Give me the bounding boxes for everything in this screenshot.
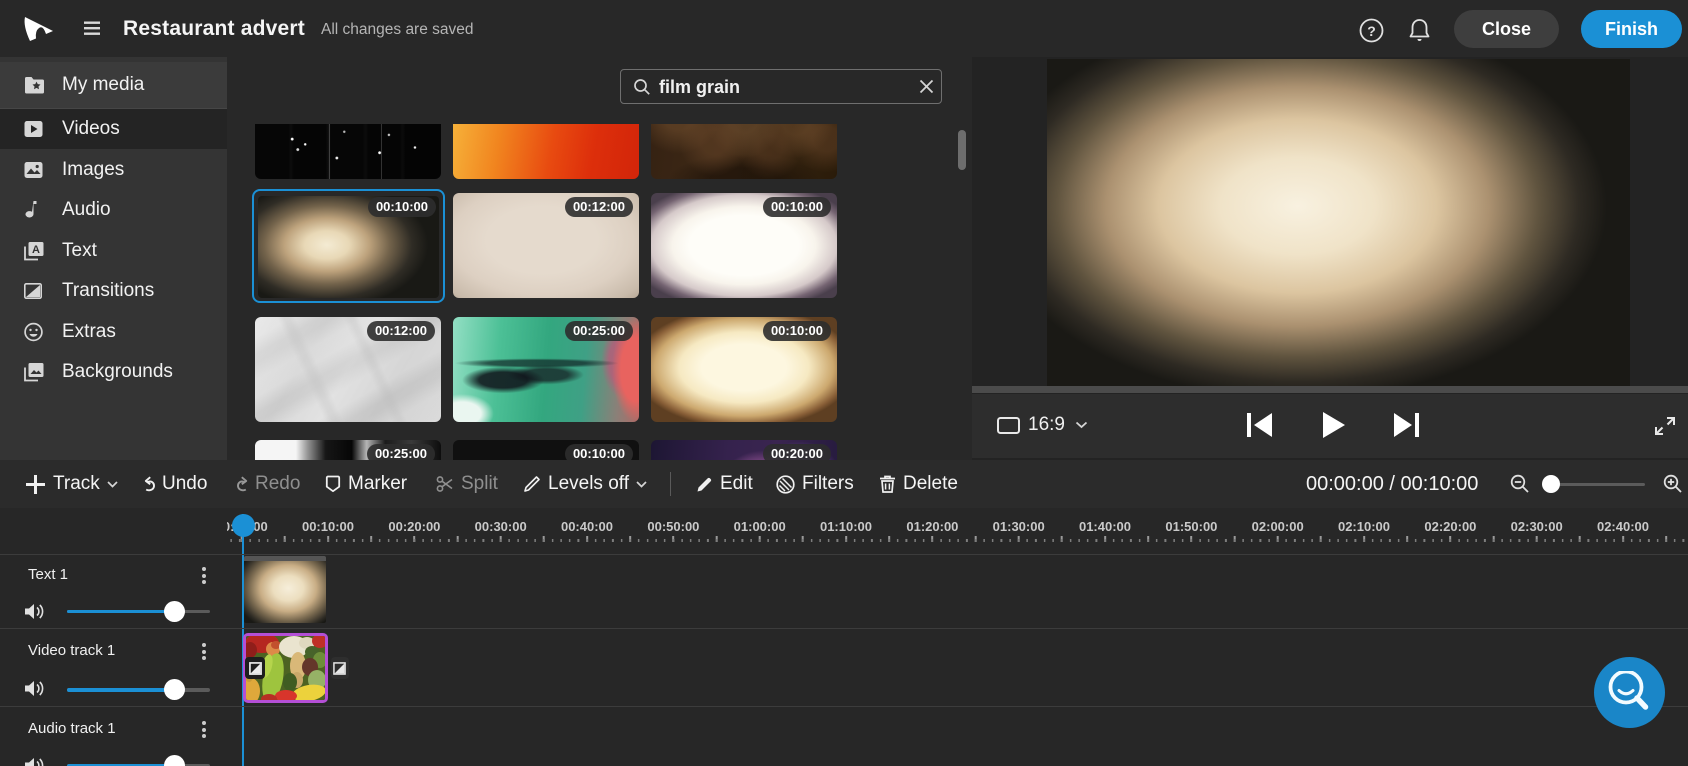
svg-text:?: ? — [1367, 23, 1376, 39]
svg-text:A: A — [32, 244, 40, 256]
